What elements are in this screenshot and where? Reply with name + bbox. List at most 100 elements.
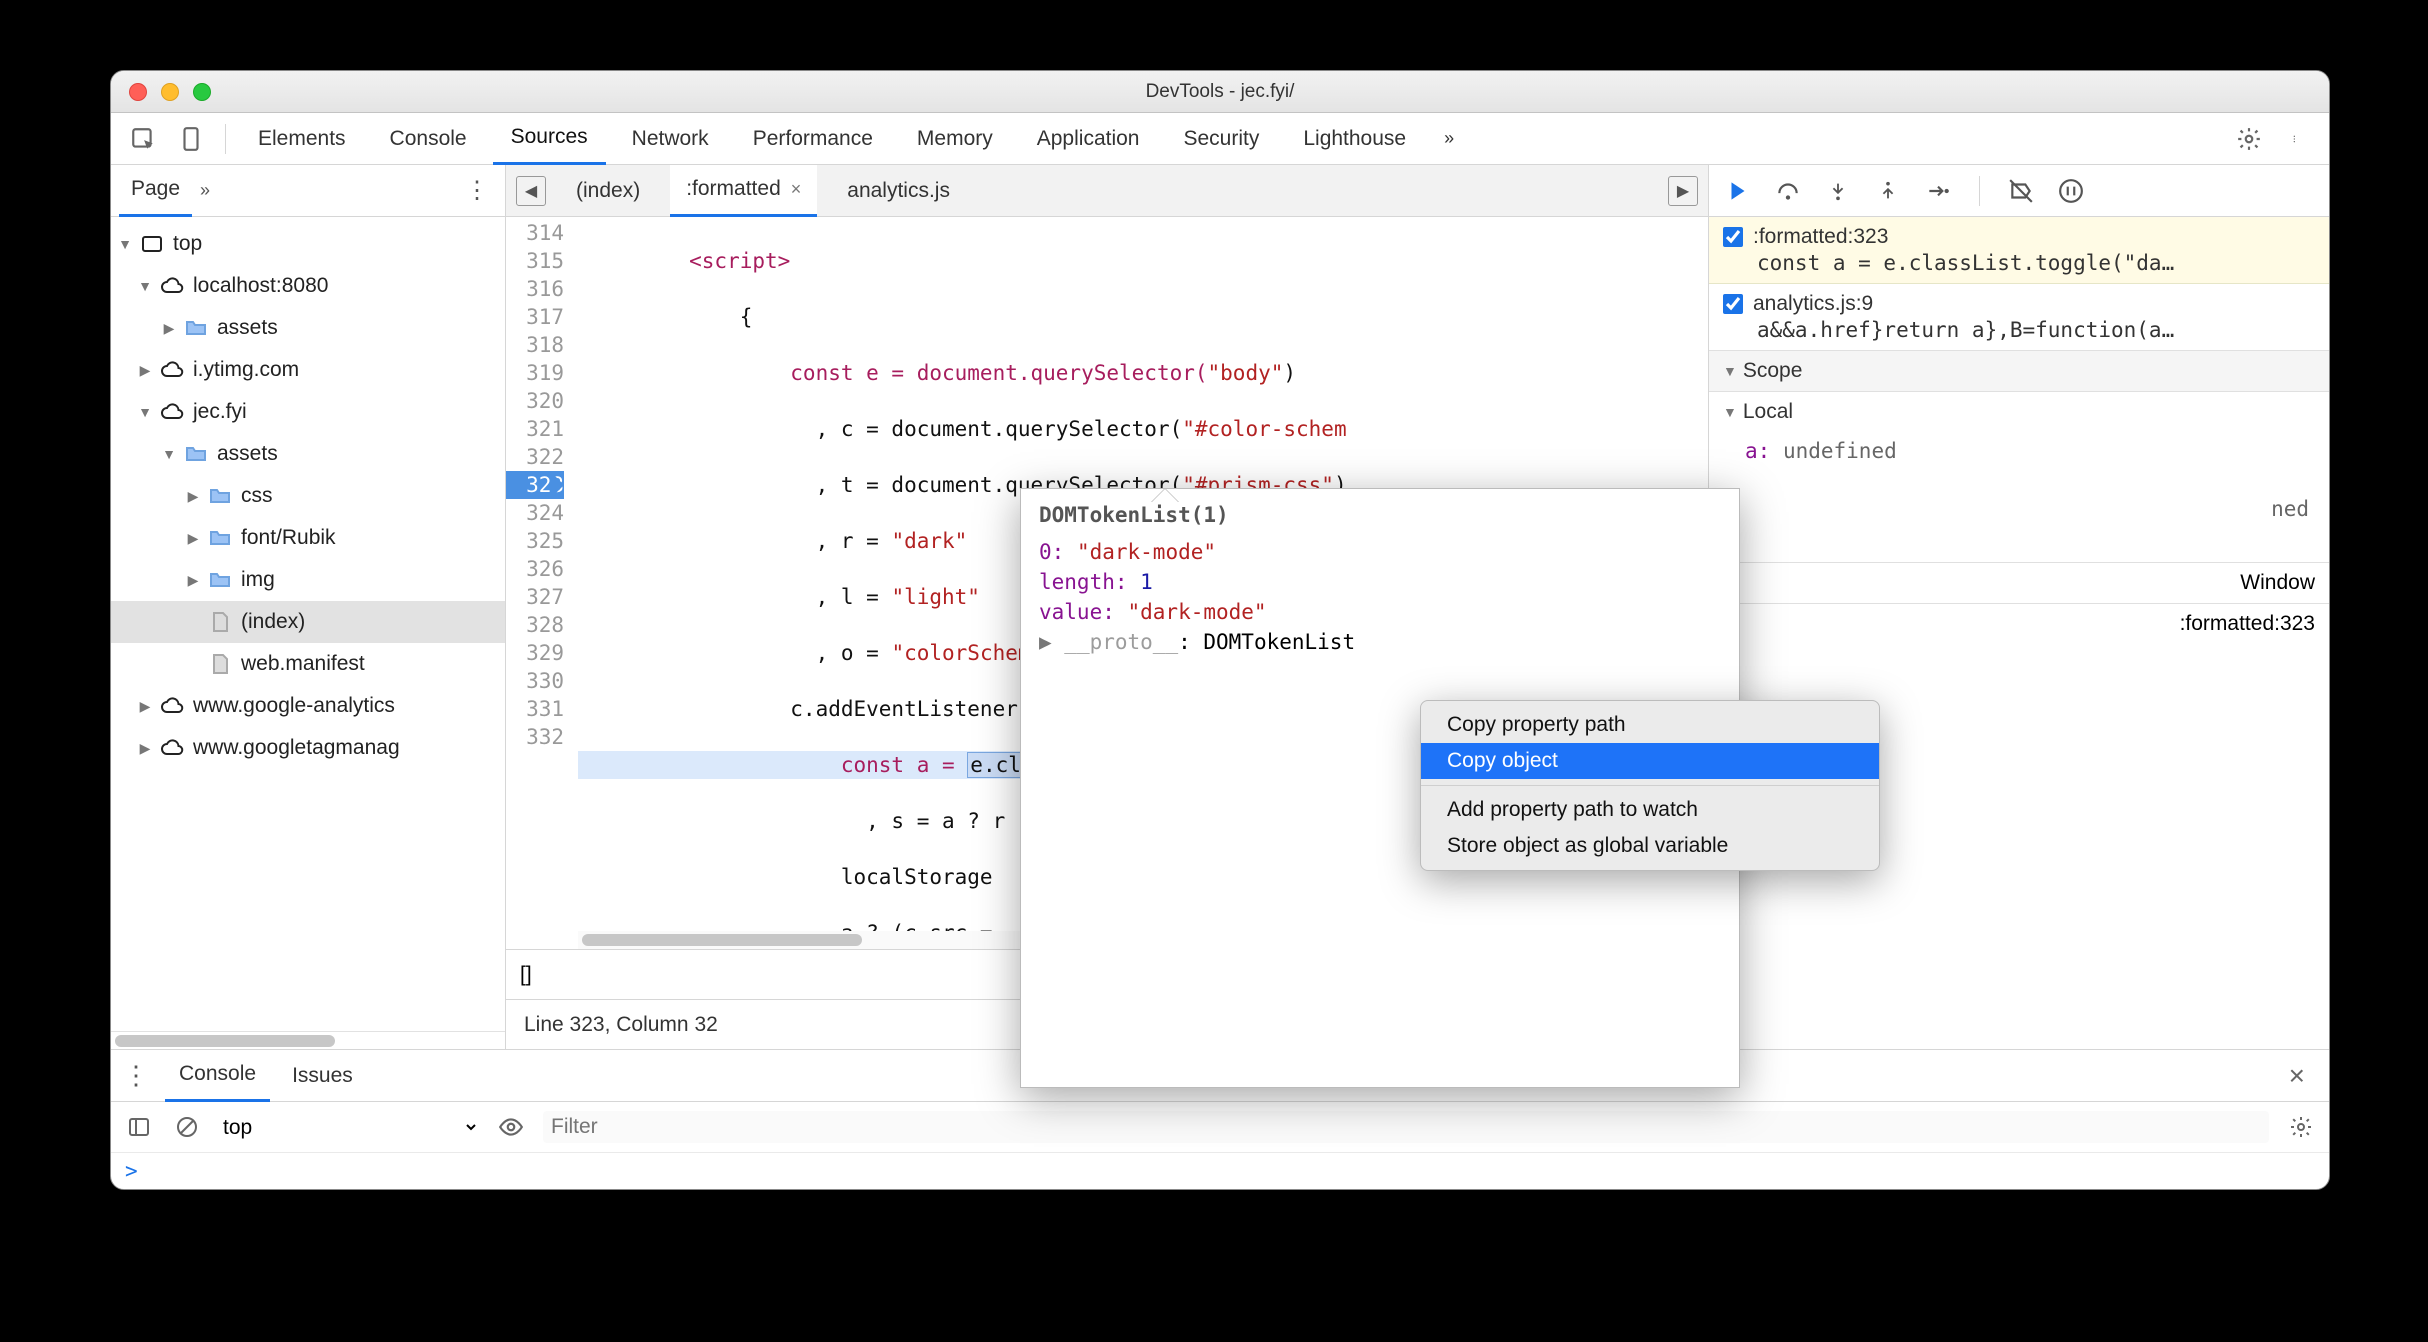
search-input[interactable] (520, 963, 560, 987)
popover-title: DOMTokenList(1) (1039, 503, 1721, 527)
debugger-toolbar (1709, 165, 2329, 217)
tree-assets-2[interactable]: ▼ assets (111, 433, 505, 475)
tree-jecfyi[interactable]: ▼ jec.fyi (111, 391, 505, 433)
tab-memory[interactable]: Memory (899, 113, 1011, 165)
cloud-icon (159, 399, 185, 425)
popover-property[interactable]: length: 1 (1039, 567, 1721, 597)
cloud-icon (159, 735, 185, 761)
tree-label: top (173, 232, 202, 256)
drawer-menu-icon[interactable]: ⋮ (123, 1060, 149, 1091)
context-menu-separator (1421, 785, 1879, 786)
breakpoint-item-1[interactable]: :formatted:323 const a = e.classList.tog… (1709, 217, 2329, 284)
callstack-row[interactable]: :formatted:323 (1709, 603, 2329, 644)
window-titlebar: DevTools - jec.fyi/ (111, 71, 2329, 113)
breakpoint-checkbox[interactable] (1723, 294, 1743, 314)
tree-label: css (241, 484, 273, 508)
scope-local: ▼Local a: undefined ned (1709, 392, 2329, 563)
breakpoint-item-2[interactable]: analytics.js:9 a&&a.href}return a},B=fun… (1709, 284, 2329, 351)
close-drawer-icon[interactable]: × (2277, 1060, 2317, 1092)
step-into-icon[interactable] (1823, 176, 1853, 206)
console-sidebar-toggle-icon[interactable] (123, 1111, 155, 1143)
editor-tab-index[interactable]: (index) (560, 165, 656, 217)
execution-context-select[interactable]: top (219, 1115, 479, 1140)
editor-tab-formatted[interactable]: :formatted× (670, 165, 817, 217)
page-tab[interactable]: Page (119, 165, 192, 217)
breakpoint-label: analytics.js:9 (1753, 292, 1873, 316)
console-prompt[interactable]: > (111, 1153, 2329, 1189)
device-toolbar-icon[interactable] (171, 119, 211, 159)
tree-top[interactable]: ▼ top (111, 223, 505, 265)
file-tree: ▼ top ▼ localhost:8080 ▶ assets ▶ (111, 217, 505, 1031)
tree-img[interactable]: ▶ img (111, 559, 505, 601)
ctx-add-watch[interactable]: Add property path to watch (1421, 792, 1879, 828)
drawer-tab-console[interactable]: Console (165, 1050, 270, 1102)
tab-performance[interactable]: Performance (735, 113, 891, 165)
console-filter-input[interactable] (543, 1111, 2269, 1143)
tab-security[interactable]: Security (1165, 113, 1277, 165)
main-tab-bar: Elements Console Sources Network Perform… (111, 113, 2329, 165)
live-expression-icon[interactable] (495, 1111, 527, 1143)
tree-gtm[interactable]: ▶ www.googletagmanag (111, 727, 505, 769)
step-over-icon[interactable] (1773, 176, 1803, 206)
tab-lighthouse[interactable]: Lighthouse (1285, 113, 1424, 165)
breakpoint-marker[interactable]: 323 (506, 471, 564, 499)
breakpoint-label: :formatted:323 (1753, 225, 1888, 249)
navigator-menu-icon[interactable]: ⋮ (465, 176, 489, 205)
scope-section: ▼Scope (1709, 351, 2329, 392)
folder-icon (207, 525, 233, 551)
tree-ga[interactable]: ▶ www.google-analytics (111, 685, 505, 727)
tree-localhost[interactable]: ▼ localhost:8080 (111, 265, 505, 307)
kebab-menu-icon[interactable] (2277, 119, 2317, 159)
tree-label: jec.fyi (193, 400, 247, 424)
editor-tab-analytics[interactable]: analytics.js (831, 165, 966, 217)
pause-on-exceptions-icon[interactable] (2056, 176, 2086, 206)
tab-application[interactable]: Application (1019, 113, 1158, 165)
popover-property[interactable]: 0: "dark-mode" (1039, 537, 1721, 567)
tree-index[interactable]: (index) (111, 601, 505, 643)
cloud-icon (159, 693, 185, 719)
popover-property[interactable]: ▶ __proto__: DOMTokenList (1039, 627, 1721, 657)
tree-assets-1[interactable]: ▶ assets (111, 307, 505, 349)
tree-css[interactable]: ▶ css (111, 475, 505, 517)
popover-property[interactable]: value: "dark-mode" (1039, 597, 1721, 627)
inspect-element-icon[interactable] (123, 119, 163, 159)
ctx-store-global[interactable]: Store object as global variable (1421, 828, 1879, 864)
nav-forward-icon[interactable]: ▶ (1668, 176, 1698, 206)
tab-console[interactable]: Console (372, 113, 485, 165)
ctx-copy-property-path[interactable]: Copy property path (1421, 707, 1879, 743)
tree-font[interactable]: ▶ font/Rubik (111, 517, 505, 559)
drawer-tab-issues[interactable]: Issues (278, 1050, 367, 1102)
local-scope-header[interactable]: ▼Local (1709, 392, 2329, 432)
tab-network[interactable]: Network (614, 113, 727, 165)
ctx-copy-object[interactable]: Copy object (1421, 743, 1879, 779)
tab-elements[interactable]: Elements (240, 113, 364, 165)
line-gutter[interactable]: 314 315 316 317 318 319 320 321 322 323 … (506, 217, 578, 949)
scope-header[interactable]: ▼Scope (1709, 351, 2329, 391)
tree-iytimg[interactable]: ▶ i.ytimg.com (111, 349, 505, 391)
deactivate-breakpoints-icon[interactable] (2006, 176, 2036, 206)
tree-webmanifest[interactable]: web.manifest (111, 643, 505, 685)
tree-label: (index) (241, 610, 305, 634)
tab-sources[interactable]: Sources (493, 113, 606, 165)
clear-console-icon[interactable] (171, 1111, 203, 1143)
settings-icon[interactable] (2229, 119, 2269, 159)
nav-back-icon[interactable]: ◀ (516, 176, 546, 206)
more-tabs-icon[interactable]: » (1444, 128, 1454, 149)
folder-icon (183, 315, 209, 341)
tree-label: assets (217, 316, 278, 340)
step-icon[interactable] (1923, 176, 1953, 206)
console-settings-icon[interactable] (2285, 1111, 2317, 1143)
step-out-icon[interactable] (1873, 176, 1903, 206)
tree-label: i.ytimg.com (193, 358, 299, 382)
close-window-button[interactable] (129, 83, 147, 101)
maximize-window-button[interactable] (193, 83, 211, 101)
separator (225, 124, 226, 154)
close-tab-icon[interactable]: × (791, 179, 802, 200)
scope-window-row[interactable]: Window (1709, 563, 2329, 603)
navigator-hscrollbar[interactable] (111, 1031, 505, 1049)
minimize-window-button[interactable] (161, 83, 179, 101)
debugger-pane: :formatted:323 const a = e.classList.tog… (1709, 165, 2329, 1049)
breakpoint-checkbox[interactable] (1723, 227, 1743, 247)
resume-icon[interactable] (1723, 176, 1753, 206)
navigator-more-icon[interactable]: » (200, 180, 210, 201)
